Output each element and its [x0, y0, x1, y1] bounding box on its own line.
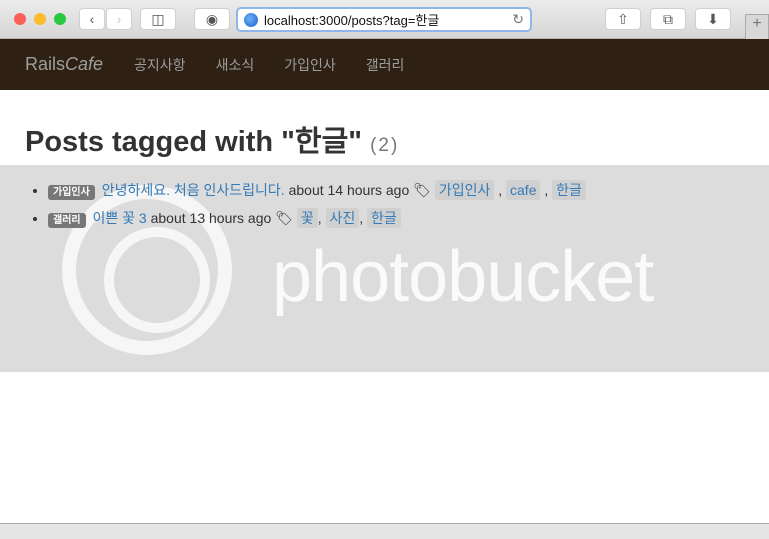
close-window-button[interactable] — [14, 13, 26, 25]
brand-link[interactable]: RailsCafe — [25, 54, 103, 75]
tag-link[interactable]: 가입인사 — [434, 180, 495, 200]
window-bottom-bar — [0, 523, 769, 539]
nav-item-notice[interactable]: 공지사항 — [134, 55, 186, 75]
list-item: 가입인사 안녕하세요. 처음 인사드립니다. about 14 hours ag… — [48, 180, 586, 208]
minimize-window-button[interactable] — [34, 13, 46, 25]
nav-item-greetings[interactable]: 가입인사 — [284, 55, 336, 75]
nav-item-gallery[interactable]: 갤러리 — [366, 55, 405, 75]
category-badge: 가입인사 — [48, 185, 95, 200]
list-item: 갤러리 이쁜 꽃 3 about 13 hours ago 🏷 꽃, 사진, 한… — [48, 208, 586, 236]
download-icon[interactable]: ⬇ — [695, 8, 731, 30]
tags-icon: 🏷 — [413, 182, 431, 198]
url-text: localhost:3000/posts?tag=한글 — [264, 13, 440, 28]
post-time: about 14 hours ago — [288, 182, 410, 198]
brand-text-italic: Cafe — [65, 54, 104, 74]
address-bar[interactable]: localhost:3000/posts?tag=한글 ↻ — [236, 7, 532, 32]
tabs-icon[interactable]: ⧉ — [650, 8, 686, 30]
sidebar-icon[interactable]: ◫ — [140, 8, 176, 30]
tag-link[interactable]: 한글 — [367, 208, 401, 228]
category-badge: 갤러리 — [48, 213, 86, 228]
tag-link[interactable]: 꽃 — [296, 208, 318, 228]
tag-link[interactable]: 사진 — [325, 208, 360, 228]
page-title: Posts tagged with "한글" (2) — [25, 118, 399, 160]
zoom-window-button[interactable] — [54, 13, 66, 25]
brand-text: Rails — [25, 54, 66, 74]
post-time: about 13 hours ago — [150, 210, 272, 226]
globe-icon — [244, 12, 258, 27]
post-link[interactable]: 안녕하세요. 처음 인사드립니다. — [102, 182, 285, 198]
forward-icon[interactable]: › — [106, 8, 132, 30]
new-tab-button[interactable]: + — [745, 14, 769, 39]
tags-icon: 🏷 — [275, 210, 293, 226]
post-link[interactable]: 이쁜 꽃 3 — [93, 210, 147, 226]
share-icon[interactable]: ⇧ — [605, 8, 641, 30]
post-list: 가입인사 안녕하세요. 처음 인사드립니다. about 14 hours ag… — [48, 180, 586, 236]
tag-link[interactable]: 한글 — [552, 180, 586, 200]
reload-icon[interactable]: ↻ — [512, 11, 524, 28]
password-icon[interactable]: ◉ — [194, 8, 230, 30]
tag-link[interactable]: cafe — [506, 180, 541, 200]
navbar: RailsCafe 공지사항 새소식 가입인사 갤러리 — [0, 39, 769, 90]
browser-toolbar: ‹ › ◫ ◉ localhost:3000/posts?tag=한글 ↻ ⇧ … — [0, 0, 769, 39]
page-title-text: Posts tagged with "한글" — [25, 126, 363, 158]
post-count: (2) — [370, 135, 400, 156]
watermark-text: photobucket — [272, 237, 654, 317]
back-icon[interactable]: ‹ — [79, 8, 105, 30]
nav-item-news[interactable]: 새소식 — [216, 55, 255, 75]
